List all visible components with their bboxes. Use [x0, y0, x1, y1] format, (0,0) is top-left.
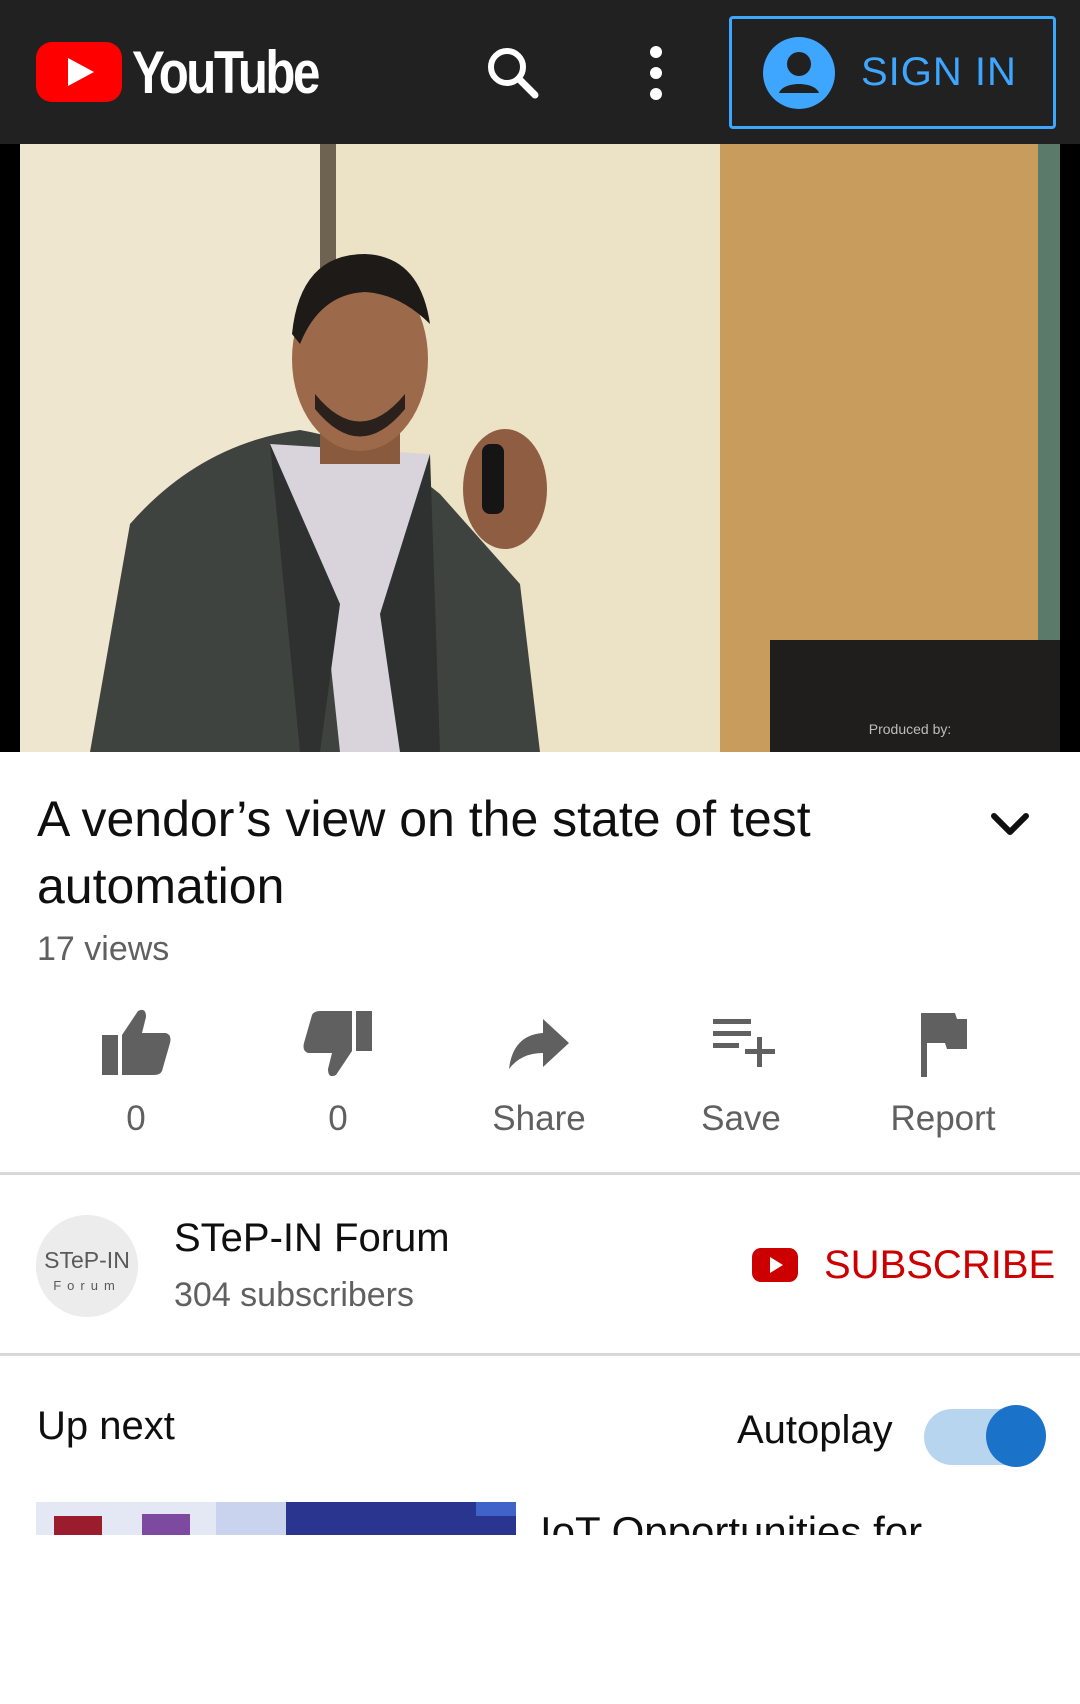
thumb-up-icon [102, 1009, 171, 1075]
dislike-count: 0 [328, 1099, 348, 1138]
report-label: Report [890, 1099, 996, 1138]
channel-name[interactable]: STeP-IN Forum [174, 1216, 450, 1261]
top-app-bar: YouTube SIGN IN [0, 0, 1080, 144]
divider [0, 1172, 1080, 1175]
step-in-forum-logo: STeP-IN Forum [36, 1215, 138, 1317]
share-button[interactable]: Share [439, 1005, 639, 1155]
toggle-knob [986, 1405, 1046, 1467]
save-label: Save [701, 1099, 781, 1138]
more-vert-icon [650, 46, 662, 100]
report-button[interactable]: Report [843, 1005, 1043, 1155]
account-circle-icon [763, 36, 835, 109]
more-options-button[interactable] [636, 38, 676, 108]
subscribe-button[interactable]: SUBSCRIBE [752, 1240, 1055, 1290]
video-player[interactable]: Produced by: [0, 144, 1080, 752]
up-next-thumbnail[interactable] [36, 1502, 516, 1535]
svg-text:STeP-IN: STeP-IN [44, 1247, 130, 1273]
dislike-button[interactable]: 0 [238, 1005, 438, 1155]
thumb-down-icon [303, 1011, 372, 1077]
subscribe-label: SUBSCRIBE [824, 1242, 1056, 1287]
chevron-down-icon [991, 813, 1029, 835]
playlist-add-icon [713, 1019, 775, 1067]
like-button[interactable]: 0 [36, 1005, 236, 1155]
svg-text:Produced by:: Produced by: [869, 721, 952, 737]
youtube-logo[interactable]: YouTube [36, 38, 359, 106]
logo-text: YouTube [132, 38, 320, 106]
autoplay-label: Autoplay [737, 1408, 893, 1452]
view-count: 17 views [37, 930, 170, 968]
search-button[interactable] [478, 38, 548, 108]
youtube-play-icon [752, 1248, 798, 1282]
thumbnail-image [36, 1502, 516, 1535]
share-icon [509, 1019, 569, 1069]
up-next-video-title[interactable]: IoT Opportunities for [540, 1504, 1040, 1535]
like-count: 0 [126, 1099, 146, 1138]
up-next-heading: Up next [37, 1404, 175, 1448]
youtube-logo-icon [36, 42, 122, 102]
divider [0, 1353, 1080, 1356]
svg-text:Forum: Forum [53, 1278, 121, 1293]
video-frame: Produced by: [20, 144, 1060, 752]
sign-in-label: SIGN IN [861, 50, 1017, 94]
flag-icon [921, 1013, 967, 1077]
save-button[interactable]: Save [641, 1005, 841, 1155]
expand-description-button[interactable] [982, 796, 1038, 852]
video-title: A vendor’s view on the state of test aut… [37, 791, 811, 914]
channel-avatar[interactable]: STeP-IN Forum [36, 1215, 138, 1317]
autoplay-toggle[interactable] [924, 1405, 1046, 1467]
share-label: Share [492, 1099, 586, 1138]
subscriber-count: 304 subscribers [174, 1276, 415, 1314]
sign-in-button[interactable]: SIGN IN [729, 16, 1056, 129]
search-icon [488, 48, 539, 99]
